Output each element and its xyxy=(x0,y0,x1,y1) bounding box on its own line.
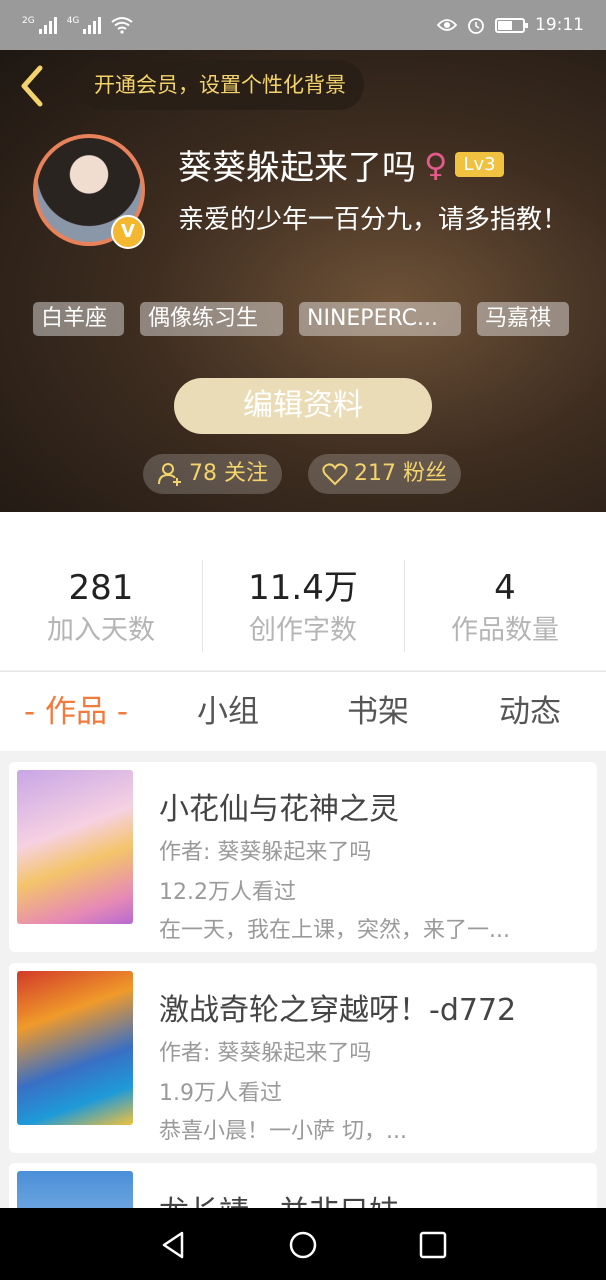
edit-profile-button[interactable]: 编辑资料 xyxy=(174,378,432,434)
profile-header: 开通会员，设置个性化背景 V 葵葵躲起来了吗 ♀ Lv3 亲爱的少年一百分九，请… xyxy=(0,50,606,512)
stat-label: 作品数量 xyxy=(451,615,559,646)
tab-bookshelf[interactable]: 书架 xyxy=(328,672,428,752)
stat-works-count: 4 作品数量 xyxy=(404,512,606,670)
wifi-icon xyxy=(111,17,134,34)
stat-value: 281 xyxy=(68,568,134,608)
clock-time: 19:11 xyxy=(535,15,584,35)
work-cover-image xyxy=(17,770,133,924)
alarm-icon xyxy=(468,18,484,34)
tag-item[interactable]: NINEPERC... xyxy=(299,302,461,336)
fans-button[interactable]: 217 粉丝 xyxy=(308,454,461,494)
tab-groups[interactable]: 小组 xyxy=(178,672,278,752)
add-person-icon xyxy=(158,463,181,486)
system-navigation-bar xyxy=(0,1208,606,1280)
tag-item[interactable]: 偶像练习生 xyxy=(140,302,283,336)
home-circle-icon[interactable] xyxy=(288,1230,318,1260)
stat-join-days: 281 加入天数 xyxy=(0,512,202,670)
work-views: 12.2万人看过 xyxy=(159,880,296,905)
user-nickname: 葵葵躲起来了吗 xyxy=(178,148,416,188)
verified-badge-icon: V xyxy=(111,215,145,249)
work-author: 作者: 葵葵躲起来了吗 xyxy=(159,1041,372,1066)
network-type-label: 4G xyxy=(66,16,80,26)
back-arrow-icon[interactable] xyxy=(18,64,48,108)
work-card[interactable]: 小花仙与花神之灵 作者: 葵葵躲起来了吗 12.2万人看过 在一天，我在上课，突… xyxy=(9,762,597,952)
work-description: 恭喜小晨！一小萨 切，... xyxy=(159,1119,407,1144)
stat-value: 4 xyxy=(494,568,516,608)
tab-activity[interactable]: 动态 xyxy=(480,672,580,752)
stat-label: 加入天数 xyxy=(47,615,155,646)
recents-square-icon[interactable] xyxy=(418,1230,448,1260)
work-author: 作者: 葵葵躲起来了吗 xyxy=(159,840,372,865)
stat-word-count: 11.4万 创作字数 xyxy=(202,512,404,670)
back-triangle-icon[interactable] xyxy=(158,1230,188,1260)
following-count: 78 关注 xyxy=(189,461,268,486)
tab-works[interactable]: - 作品 - xyxy=(10,672,142,752)
following-button[interactable]: 78 关注 xyxy=(143,454,282,494)
work-title: 小花仙与花神之灵 xyxy=(159,792,399,827)
heart-icon xyxy=(322,463,348,486)
work-description: 在一天，我在上课，突然，来了一... xyxy=(159,918,510,943)
signal-icon-2: 4G xyxy=(67,16,102,34)
user-nickname-row: 葵葵躲起来了吗 ♀ Lv3 xyxy=(178,140,504,189)
network-type-label: 2G xyxy=(22,16,35,26)
work-cover-image xyxy=(17,971,133,1125)
vip-background-prompt[interactable]: 开通会员，设置个性化背景 xyxy=(76,60,364,110)
status-bar: 2G 4G 19:11 xyxy=(0,0,606,50)
tag-item[interactable]: 马嘉祺 xyxy=(477,302,569,336)
work-views: 1.9万人看过 xyxy=(159,1081,282,1106)
female-gender-icon: ♀ xyxy=(424,145,448,184)
stats-row: 281 加入天数 11.4万 创作字数 4 作品数量 xyxy=(0,512,606,670)
stat-label: 创作字数 xyxy=(249,615,357,646)
fans-count: 217 粉丝 xyxy=(354,461,447,486)
work-card[interactable]: 激战奇轮之穿越呀！-d772 作者: 葵葵躲起来了吗 1.9万人看过 恭喜小晨！… xyxy=(9,963,597,1153)
tag-list: 白羊座 偶像练习生 NINEPERC... 马嘉祺 xyxy=(33,302,573,336)
tag-item[interactable]: 白羊座 xyxy=(33,302,124,336)
work-title: 激战奇轮之穿越呀！-d772 xyxy=(159,993,517,1028)
user-signature: 亲爱的少年一百分九，请多指教！ xyxy=(178,205,569,235)
level-badge: Lv3 xyxy=(455,152,504,177)
profile-tabs: - 作品 - 小组 书架 动态 xyxy=(0,671,606,751)
battery-icon xyxy=(495,17,528,33)
eye-icon xyxy=(437,19,457,31)
signal-icon-1: 2G xyxy=(22,16,57,34)
stat-value: 11.4万 xyxy=(248,568,358,608)
